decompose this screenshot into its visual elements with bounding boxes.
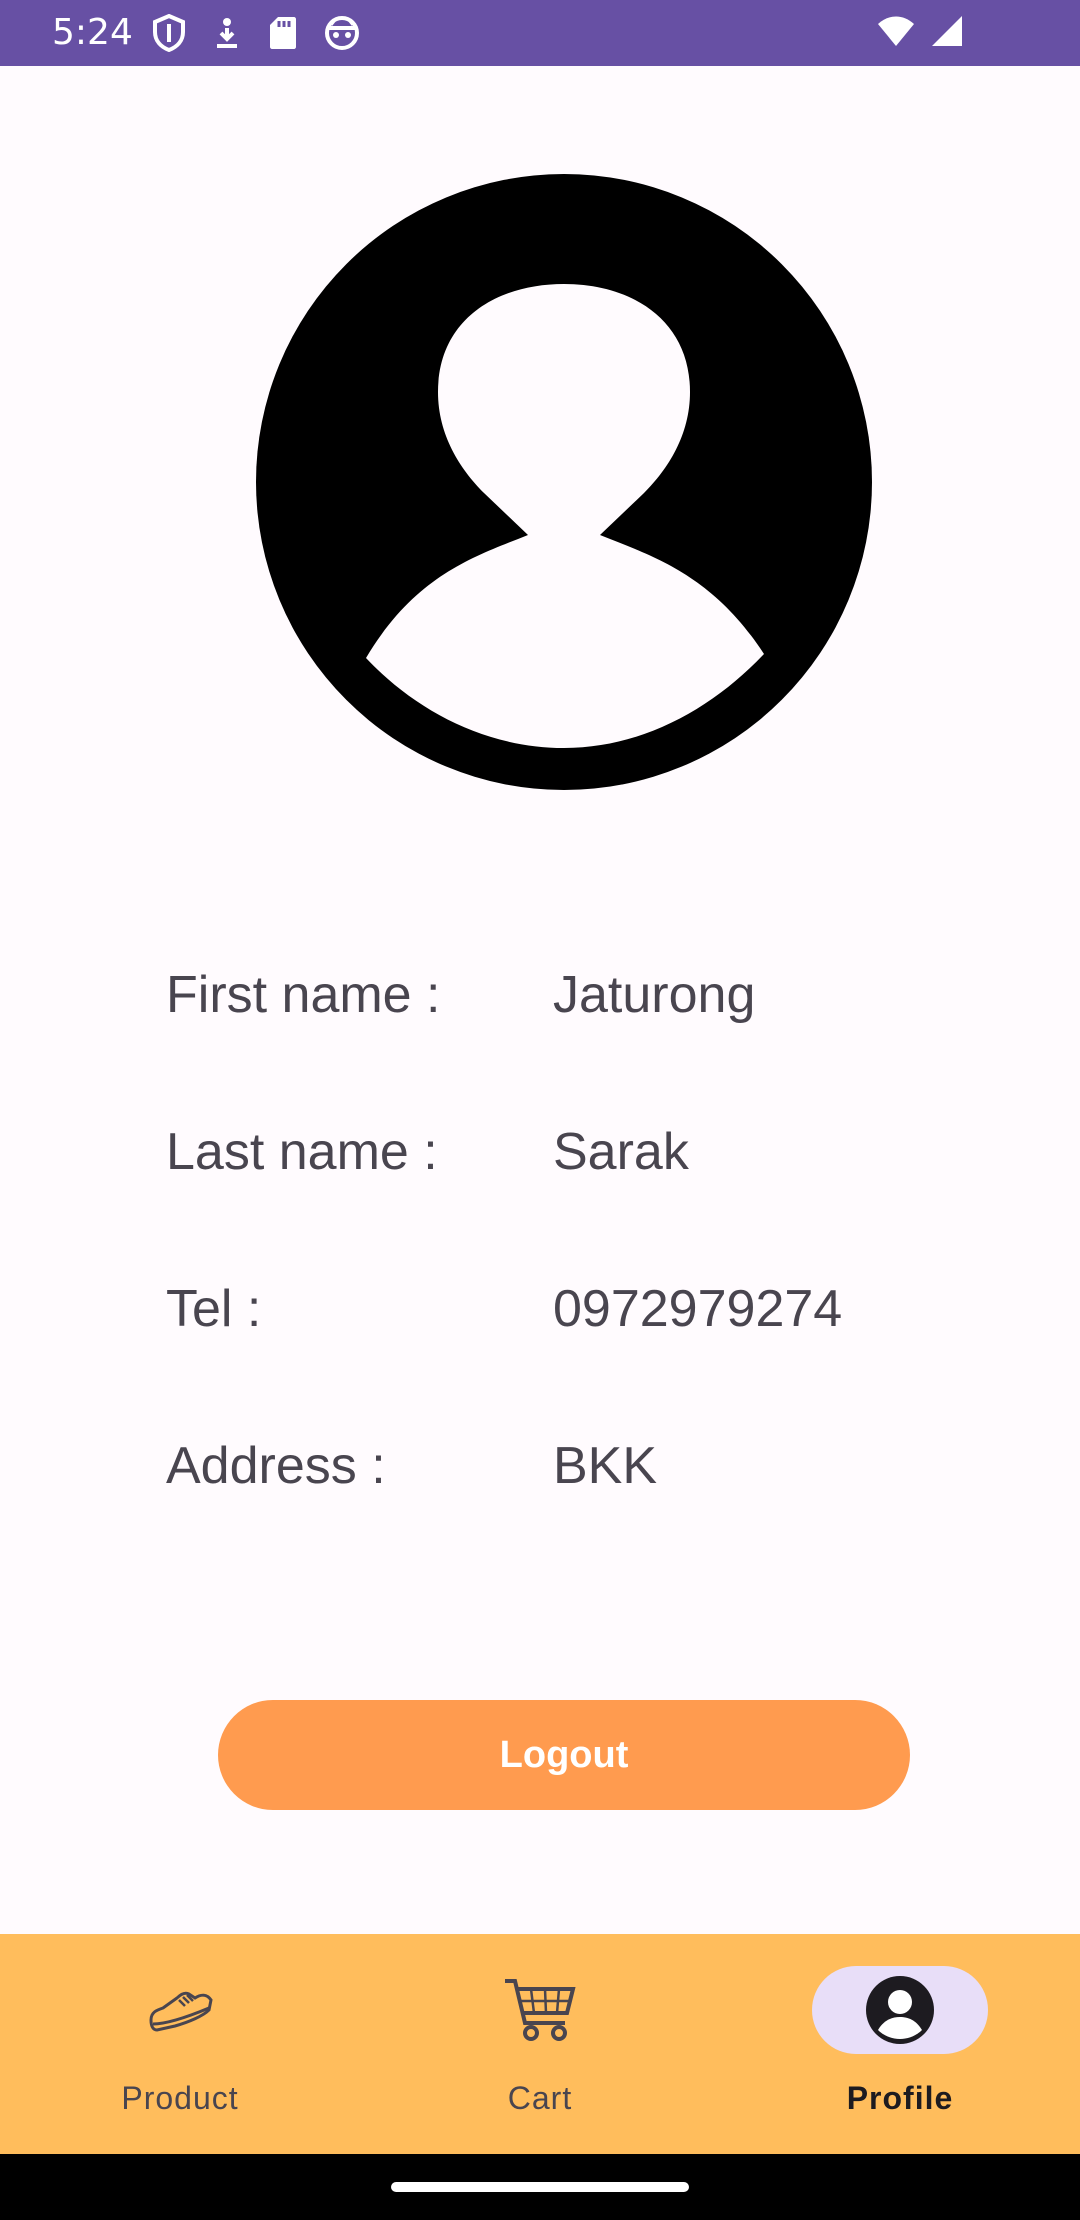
nav-label-cart: Cart <box>507 2080 573 2116</box>
shopping-cart-icon <box>505 1979 576 2041</box>
first-name-value: Jaturong <box>553 966 756 1024</box>
tel-value: 0972979274 <box>553 1280 843 1338</box>
nav-item-cart[interactable]: Cart <box>360 1934 720 2154</box>
address-row: Address : BKK <box>166 1426 966 1506</box>
nav-icon-container <box>92 1966 268 2054</box>
first-name-row: First name : Jaturong <box>166 955 966 1035</box>
nav-icon-container-active <box>812 1966 988 2054</box>
sd-card-icon <box>268 15 298 56</box>
last-name-label: Last name : <box>166 1123 438 1181</box>
system-gesture-bar <box>0 2154 1080 2220</box>
tel-row: Tel : 0972979274 <box>166 1269 966 1349</box>
profile-icon <box>866 1976 934 2044</box>
nav-item-product[interactable]: Product <box>0 1934 360 2154</box>
android-face-icon <box>324 15 360 56</box>
address-label: Address : <box>166 1437 386 1495</box>
first-name-label: First name : <box>166 966 441 1024</box>
shield-icon <box>152 13 186 57</box>
tel-label: Tel : <box>166 1280 262 1338</box>
person-circle-icon <box>256 174 872 790</box>
sneaker-icon <box>149 1991 213 2032</box>
address-value: BKK <box>553 1437 658 1495</box>
nav-label-profile: Profile <box>846 2080 954 2116</box>
nav-icon-container <box>452 1966 628 2054</box>
nav-item-profile[interactable]: Profile <box>720 1934 1080 2154</box>
home-gesture-handle[interactable] <box>391 2182 689 2192</box>
wifi-icon <box>876 14 916 53</box>
status-bar: 5:24 <box>0 0 1080 66</box>
logout-button[interactable]: Logout <box>218 1700 910 1810</box>
profile-avatar <box>256 174 872 790</box>
last-name-row: Last name : Sarak <box>166 1112 966 1192</box>
cellular-signal-icon <box>930 14 964 53</box>
bottom-navigation: Product Cart Profile <box>0 1934 1080 2154</box>
status-time: 5:24 <box>52 12 133 53</box>
last-name-value: Sarak <box>553 1123 689 1181</box>
nav-label-product: Product <box>121 2080 239 2116</box>
download-icon <box>212 16 242 55</box>
